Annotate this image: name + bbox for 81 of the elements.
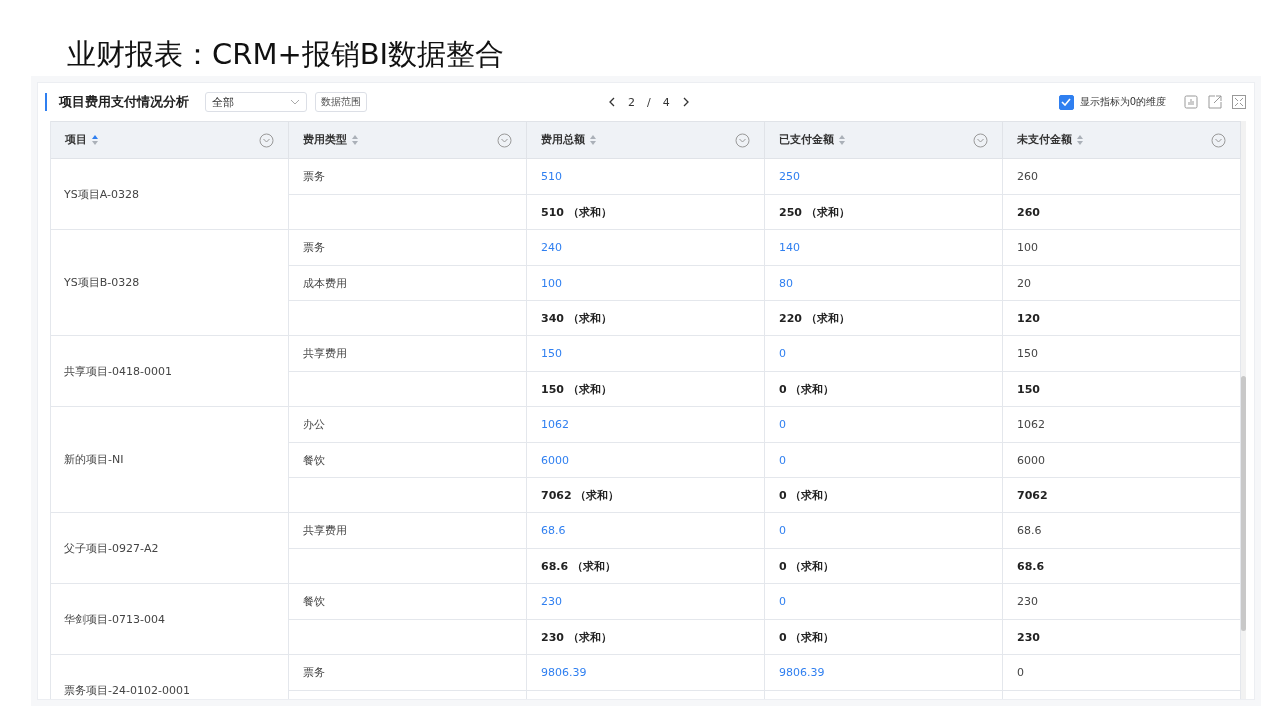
table-cell: 7062 （求和）	[527, 478, 765, 512]
column-menu-icon[interactable]	[1211, 132, 1226, 148]
column-menu-icon[interactable]	[259, 132, 274, 148]
table-cell: 0 （求和）	[765, 372, 1003, 406]
table-cell: 票务	[289, 655, 527, 690]
table-cell: 230 （求和）	[527, 620, 765, 654]
scrollbar-thumb[interactable]	[1241, 376, 1246, 631]
sort-icon[interactable]	[91, 134, 99, 146]
table-cell: 0 （求和）	[765, 549, 1003, 583]
sort-icon[interactable]	[589, 134, 597, 146]
table-cell[interactable]: 240	[527, 230, 765, 265]
table-cell: 0 （求和）	[765, 478, 1003, 512]
fullscreen-icon[interactable]	[1232, 95, 1246, 109]
column-header[interactable]: 费用总额	[527, 122, 765, 158]
table-cell: 0 （求和）	[765, 620, 1003, 654]
bar-chart-icon[interactable]	[1184, 95, 1198, 109]
table-cell: 150 （求和）	[527, 372, 765, 406]
table-cell[interactable]: 0	[765, 336, 1003, 371]
table-cell: 华剑项目-0713-004	[51, 584, 289, 654]
checkbox-label: 显示指标为0的维度	[1079, 95, 1166, 109]
table-cell[interactable]: 140	[765, 230, 1003, 265]
sort-icon[interactable]	[1076, 134, 1084, 146]
column-header[interactable]: 已支付金额	[765, 122, 1003, 158]
checkbox[interactable]	[1058, 94, 1074, 110]
table-cell[interactable]: 250	[765, 159, 1003, 194]
table-cell[interactable]: 0	[765, 443, 1003, 477]
table-cell: 510 （求和）	[527, 195, 765, 229]
table-cell: 新的项目-NI	[51, 407, 289, 512]
column-menu-icon[interactable]	[735, 132, 750, 148]
table-cell[interactable]: 9806.39	[765, 655, 1003, 690]
table-cell: YS项目B-0328	[51, 230, 289, 335]
panel-title: 项目费用支付情况分析	[45, 93, 189, 111]
column-header[interactable]: 项目	[51, 122, 289, 158]
table-cell[interactable]: 510	[527, 159, 765, 194]
table-cell[interactable]: 6000	[527, 443, 765, 477]
table-cell[interactable]: 80	[765, 266, 1003, 300]
table-cell: 共享费用	[289, 336, 527, 371]
table-cell: 票务	[289, 159, 527, 194]
table-cell: 340 （求和）	[527, 301, 765, 335]
table-cell[interactable]: 150	[527, 336, 765, 371]
table-cell: 共享项目-0418-0001	[51, 336, 289, 406]
table-cell: 票务	[289, 230, 527, 265]
next-page-icon[interactable]	[681, 97, 690, 107]
table-cell: 68.6 （求和）	[527, 549, 765, 583]
table-cell[interactable]: 230	[527, 584, 765, 619]
export-icon[interactable]	[1208, 95, 1222, 109]
column-header[interactable]: 费用类型	[289, 122, 527, 158]
total-pages: 4	[662, 95, 670, 109]
chevron-down-icon	[290, 99, 300, 105]
table-cell: 办公	[289, 407, 527, 442]
current-page: 2	[628, 95, 635, 109]
table-cell[interactable]: 0	[765, 513, 1003, 548]
filter-dropdown[interactable]: 全部	[205, 92, 307, 112]
table-cell[interactable]: 68.6	[527, 513, 765, 548]
table-cell: 220 （求和）	[765, 301, 1003, 335]
column-title: 已支付金额	[779, 133, 834, 147]
table-cell: 餐饮	[289, 443, 527, 477]
table-cell: 票务项目-24-0102-0001	[51, 655, 289, 699]
column-title: 费用类型	[303, 133, 347, 147]
table-cell: 共享费用	[289, 513, 527, 548]
table-cell: YS项目A-0328	[51, 159, 289, 229]
table-cell[interactable]: 9806.39	[527, 655, 765, 690]
table-cell: 餐饮	[289, 584, 527, 619]
table-cell: 250 （求和）	[765, 195, 1003, 229]
sort-icon[interactable]	[838, 134, 846, 146]
page-title: 业财报表：CRM+报销BI数据整合	[66, 36, 506, 73]
sort-icon[interactable]	[351, 134, 359, 146]
table-cell[interactable]: 0	[765, 407, 1003, 442]
column-menu-icon[interactable]	[973, 132, 988, 148]
data-range-button[interactable]: 数据范围	[315, 92, 367, 112]
page-separator: /	[647, 95, 651, 109]
column-menu-icon[interactable]	[497, 132, 512, 148]
table-cell: 父子项目-0927-A2	[51, 513, 289, 583]
column-title: 未支付金额	[1017, 133, 1072, 147]
table-cell[interactable]: 1062	[527, 407, 765, 442]
table-cell: 成本费用	[289, 266, 527, 300]
column-title: 费用总额	[541, 133, 585, 147]
column-title: 项目	[65, 133, 87, 147]
table-cell[interactable]: 100	[527, 266, 765, 300]
table-cell[interactable]: 0	[765, 584, 1003, 619]
previous-page-icon[interactable]	[608, 97, 616, 107]
